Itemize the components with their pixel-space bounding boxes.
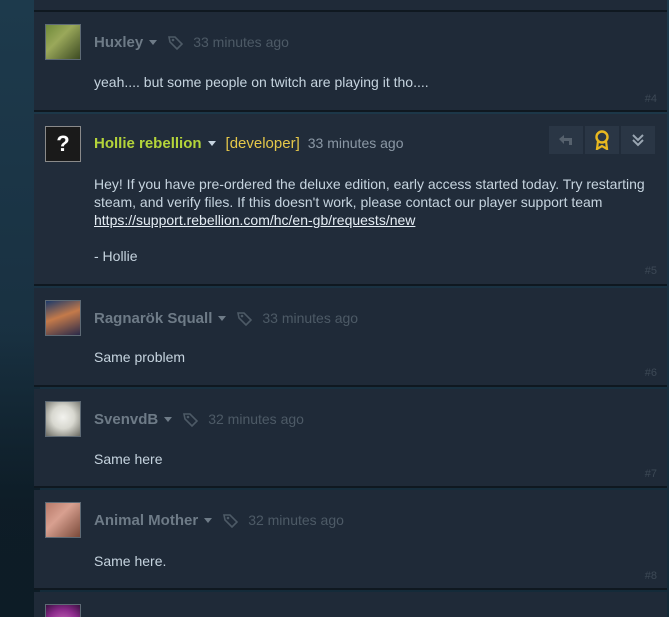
comment: Animal Mother 32 minutes ago Same here. … [34, 490, 667, 590]
timestamp: 33 minutes ago [307, 135, 404, 151]
author-name[interactable]: Ragnarök Squall [94, 310, 212, 327]
double-chevron-down-icon [632, 134, 644, 147]
avatar[interactable]: ? [45, 126, 81, 162]
expand-button[interactable] [621, 126, 655, 154]
author-row: Huxley 33 minutes ago [94, 32, 289, 52]
comment-signature: - Hollie [94, 248, 138, 264]
chevron-down-icon[interactable] [149, 39, 158, 45]
comment-number[interactable]: #8 [645, 570, 657, 582]
author-row: Hollie rebellion [developer] 33 minutes … [94, 133, 403, 153]
avatar[interactable] [45, 24, 81, 60]
comment-number[interactable]: #6 [645, 367, 657, 379]
comment-developer: ? Hollie rebellion [developer] 33 minute… [34, 114, 667, 286]
author-name[interactable]: Animal Mother [94, 512, 198, 529]
author-name[interactable]: Hollie rebellion [94, 135, 202, 152]
author-name[interactable]: SvenvdB [94, 411, 158, 428]
author-name[interactable]: Huxley [94, 34, 143, 51]
comment-text: Same problem [94, 349, 186, 365]
comment-text: yeah.... but some people on twitch are p… [94, 74, 429, 90]
chevron-down-icon[interactable] [164, 416, 173, 422]
comment-actions [549, 126, 655, 154]
comment: Ragnarök Squall 33 minutes ago Same prob… [34, 288, 667, 387]
developer-badge: [developer] [225, 134, 300, 152]
comment-body: Hey! If you have pre-ordered the deluxe … [94, 176, 645, 210]
comment-text: Hey! If you have pre-ordered the deluxe … [94, 175, 654, 229]
comment: Huxley 33 minutes ago yeah.... but some … [34, 12, 667, 112]
comment-text: Same here [94, 451, 163, 467]
author-row: Animal Mother 32 minutes ago [94, 510, 344, 530]
comment-text: Same here. [94, 553, 167, 569]
avatar[interactable] [45, 502, 81, 538]
comment: SvenvdB 32 minutes ago Same here #7 [34, 389, 667, 488]
comment-previous [34, 0, 667, 12]
chevron-down-icon[interactable] [218, 315, 227, 321]
timestamp: 33 minutes ago [193, 34, 289, 50]
award-icon [595, 130, 609, 150]
chevron-down-icon[interactable] [204, 517, 213, 523]
author-row: SvenvdB 32 minutes ago [94, 409, 304, 429]
tag-icon [168, 36, 184, 50]
comment-number[interactable]: #4 [645, 93, 657, 105]
avatar[interactable] [45, 401, 81, 437]
timestamp: 32 minutes ago [208, 411, 304, 427]
tag-icon [183, 413, 199, 427]
author-row: Ragnarök Squall 33 minutes ago [94, 308, 358, 328]
support-link[interactable]: https://support.rebellion.com/hc/en-gb/r… [94, 212, 415, 228]
award-button[interactable] [585, 126, 619, 154]
avatar[interactable] [45, 300, 81, 336]
comment-number[interactable]: #7 [645, 468, 657, 480]
tag-icon [223, 514, 239, 528]
question-mark-icon: ? [56, 131, 70, 156]
tag-icon [237, 312, 253, 326]
comment-next [34, 592, 667, 617]
timestamp: 32 minutes ago [248, 512, 344, 528]
chevron-down-icon[interactable] [207, 140, 216, 146]
quote-button[interactable] [549, 126, 583, 154]
timestamp: 33 minutes ago [262, 310, 359, 326]
quote-icon [559, 135, 572, 145]
avatar[interactable] [45, 604, 81, 617]
comment-number[interactable]: #5 [645, 265, 657, 277]
